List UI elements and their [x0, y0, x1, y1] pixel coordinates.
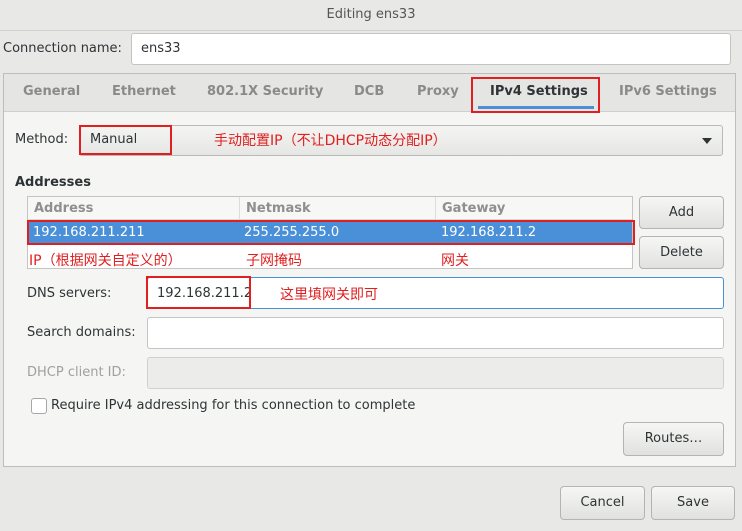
address-annotation: IP（根据网关自定义的） — [29, 253, 182, 269]
column-header-gateway[interactable]: Gateway — [442, 201, 505, 216]
chevron-down-icon — [702, 138, 712, 144]
dns-annotation: 这里填网关即可 — [280, 287, 378, 303]
tab-proxy[interactable]: Proxy — [417, 74, 459, 110]
search-domains-input[interactable] — [147, 317, 724, 349]
method-annotation: 手动配置IP（不让DHCP动态分配IP） — [214, 133, 447, 149]
highlight-box-dns — [146, 276, 251, 309]
method-label: Method: — [15, 132, 69, 147]
tab-dcb[interactable]: DCB — [354, 74, 384, 110]
tab-8021x-security[interactable]: 802.1X Security — [207, 74, 323, 110]
cancel-button[interactable]: Cancel — [560, 486, 645, 520]
column-separator — [435, 197, 436, 219]
window-title: Editing ens33 — [0, 0, 742, 31]
gateway-annotation: 网关 — [441, 253, 469, 269]
tab-ethernet[interactable]: Ethernet — [112, 74, 176, 110]
highlight-box-method — [79, 125, 172, 155]
connection-name-label: Connection name: — [3, 41, 122, 56]
highlight-box-address-row — [27, 220, 635, 245]
column-header-netmask[interactable]: Netmask — [246, 201, 311, 216]
require-ipv4-label[interactable]: Require IPv4 addressing for this connect… — [51, 398, 415, 413]
dhcp-client-id-input — [147, 357, 724, 389]
netmask-annotation: 子网掩码 — [246, 253, 302, 269]
add-address-button[interactable]: Add — [639, 196, 724, 229]
tab-general[interactable]: General — [23, 74, 80, 110]
search-domains-label: Search domains: — [27, 325, 136, 340]
delete-address-button[interactable]: Delete — [639, 236, 724, 269]
column-header-address[interactable]: Address — [34, 201, 93, 216]
addresses-title: Addresses — [15, 175, 91, 190]
highlight-box-ipv4-tab — [471, 77, 600, 113]
connection-name-input[interactable]: ens33 — [131, 33, 731, 65]
save-button[interactable]: Save — [651, 486, 735, 520]
column-separator — [239, 197, 240, 219]
routes-button[interactable]: Routes… — [623, 422, 724, 456]
tab-ipv6-settings[interactable]: IPv6 Settings — [619, 74, 717, 110]
require-ipv4-checkbox[interactable] — [31, 398, 47, 414]
dns-servers-label: DNS servers: — [27, 286, 112, 301]
dhcp-client-id-label: DHCP client ID: — [27, 365, 126, 380]
addresses-table-header — [28, 197, 632, 220]
